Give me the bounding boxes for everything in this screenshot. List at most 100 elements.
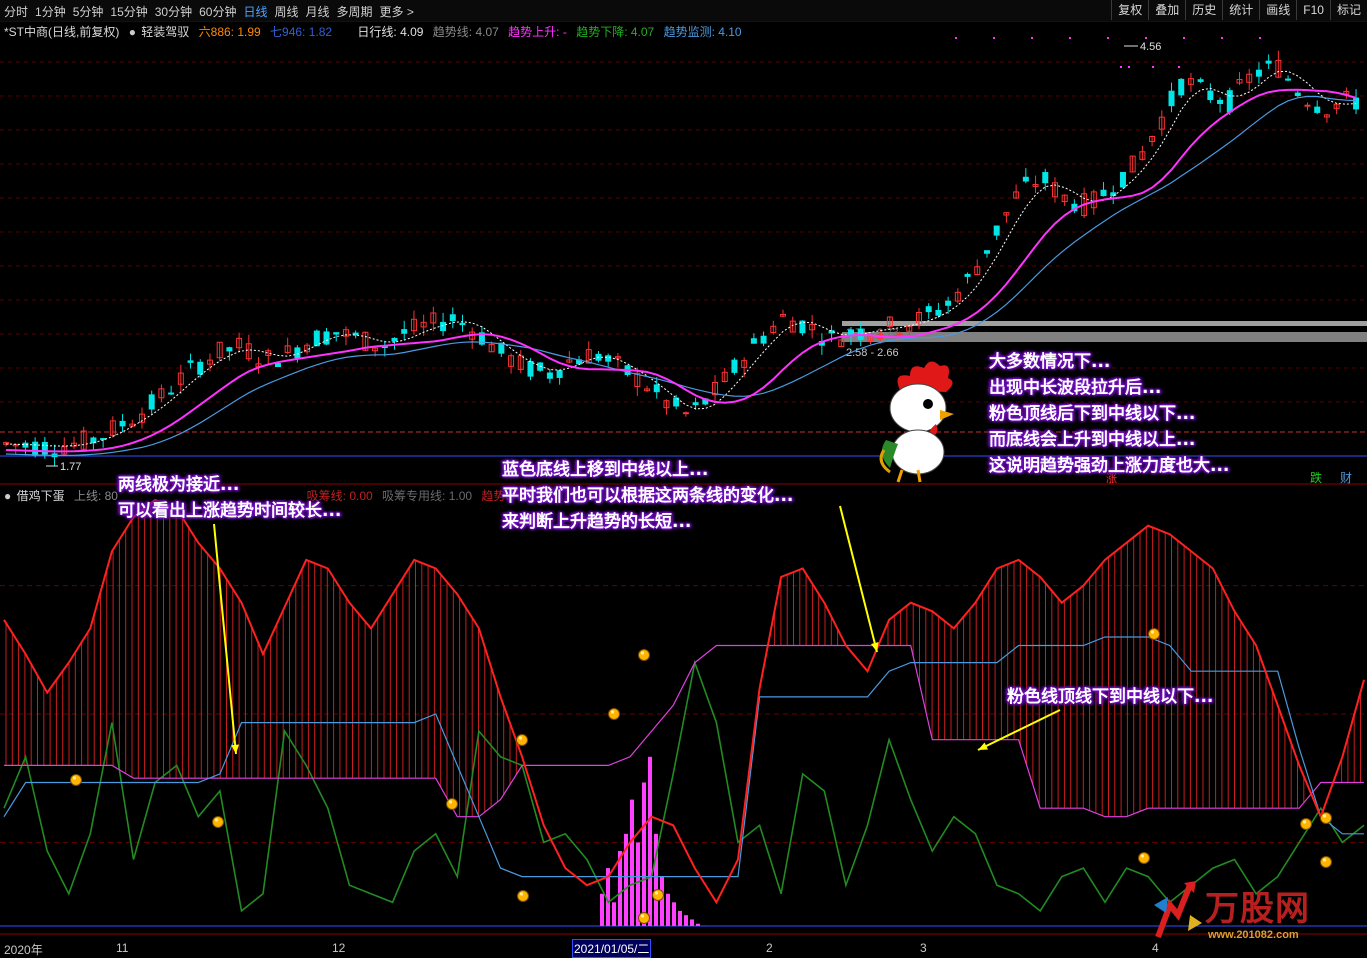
candle-body [1198, 80, 1203, 82]
watermark: 万股网 www.201082.com [1150, 875, 1350, 945]
histogram-bar [642, 782, 646, 926]
x-tick-label: 2020年 [4, 941, 43, 958]
candle-body [1218, 100, 1223, 103]
signal-dot [1221, 37, 1223, 39]
signal-dot [955, 37, 957, 39]
candle-body [1315, 107, 1320, 112]
egg-marker-icon [611, 710, 614, 713]
signal-dot [1107, 37, 1109, 39]
egg-marker-icon [71, 775, 82, 786]
egg-marker-icon [1141, 854, 1144, 857]
candle-body [1286, 79, 1291, 80]
x-tick-label: 2021/01/05/二 [572, 939, 651, 958]
egg-marker-icon [641, 914, 644, 917]
annotation-line: 出现中长波段拉升后... [989, 375, 1229, 401]
low-price-label: 1.77 [60, 461, 81, 473]
annotation-line: 大多数情况下... [989, 349, 1229, 375]
candle-body [732, 360, 737, 372]
signal-dot [1178, 66, 1180, 68]
candle-body [761, 336, 766, 343]
candle-body [1208, 91, 1213, 99]
candle-body [926, 307, 931, 312]
histogram-bar [672, 902, 676, 926]
histogram-bar [630, 800, 634, 926]
candle-body [42, 442, 47, 454]
candle-body [606, 356, 611, 361]
annotation-line: 来判断上升趋势的长短... [502, 509, 793, 535]
x-tick-label: 12 [332, 941, 345, 955]
candle-body [936, 310, 941, 315]
histogram-bar [678, 911, 682, 926]
candle-body [314, 331, 319, 346]
candle-body [392, 338, 397, 340]
annotation-line: 平时我们也可以根据这两条线的变化... [502, 483, 793, 509]
histogram-bar [684, 915, 688, 926]
signal-dot [1120, 66, 1122, 68]
egg-marker-icon [1323, 858, 1326, 861]
candle-body [450, 315, 455, 321]
egg-marker-icon [653, 890, 664, 901]
egg-marker-icon [655, 891, 658, 894]
up-line-label: 上线: 80 [74, 489, 118, 503]
histogram-bar [600, 894, 604, 926]
egg-marker-icon [1151, 630, 1154, 633]
candle-body [101, 439, 106, 440]
candle-body [1256, 70, 1261, 76]
indicator-icon[interactable]: ● [4, 489, 11, 503]
fall-tag: 跌 [1310, 470, 1322, 485]
histogram-bar [612, 902, 616, 926]
candle-body [149, 395, 154, 409]
annotation-line: 可以看出上涨趋势时间较长... [118, 498, 341, 524]
signal-dot [1259, 37, 1261, 39]
annotation-line: 这说明趋势强劲上涨力度也大... [989, 453, 1229, 479]
x-tick-label: 2 [766, 941, 773, 955]
candle-body [460, 323, 465, 324]
egg-marker-icon [520, 892, 523, 895]
annotation-arrow [978, 710, 1060, 750]
x-tick-label: 3 [920, 941, 927, 955]
candle-body [198, 362, 203, 374]
egg-marker-icon [517, 735, 528, 746]
signal-dot [1128, 66, 1130, 68]
egg-marker-icon [449, 800, 452, 803]
egg-marker-icon [609, 709, 620, 720]
egg-marker-icon [213, 817, 224, 828]
candle-body [402, 330, 407, 334]
egg-marker-icon [639, 913, 650, 924]
egg-marker-icon [519, 736, 522, 739]
chip-special-label: 吸筹专用线: 1.00 [382, 489, 472, 503]
candle-body [547, 373, 552, 378]
price-band-bar [842, 332, 1367, 342]
candle-body [1295, 93, 1300, 95]
indicator-title[interactable]: 借鸡下蛋 [17, 489, 65, 503]
candle-body [683, 413, 688, 414]
histogram-bar [636, 842, 640, 926]
candle-body [324, 332, 329, 344]
candle-body [441, 322, 446, 330]
candle-body [334, 333, 339, 334]
annotation-line: 粉色线顶线下到中线以下... [1007, 684, 1213, 710]
annotation-blue-line: 蓝色底线上移到中线以上...平时我们也可以根据这两条线的变化...来判断上升趋势… [502, 457, 793, 535]
candle-body [33, 442, 38, 455]
candle-body [1023, 177, 1028, 181]
signal-dot [1069, 37, 1071, 39]
candle-body [227, 348, 232, 351]
egg-marker-icon [1149, 629, 1160, 640]
egg-marker-icon [518, 891, 529, 902]
histogram-bar [648, 757, 652, 926]
signal-dot [1145, 37, 1147, 39]
candle-body [1227, 91, 1232, 112]
candle-body [654, 385, 659, 392]
candle-body [557, 371, 562, 378]
annotation-line: 粉色顶线后下到中线以下... [989, 401, 1229, 427]
candle-body [1120, 172, 1125, 186]
candle-body [693, 403, 698, 405]
candle-body [1305, 105, 1310, 106]
signal-dot [1031, 37, 1033, 39]
egg-marker-icon [1321, 813, 1332, 824]
candle-body [946, 301, 951, 305]
egg-marker-icon [73, 776, 76, 779]
histogram-bar [660, 877, 664, 926]
candle-body [169, 393, 174, 394]
egg-marker-icon [641, 651, 644, 654]
